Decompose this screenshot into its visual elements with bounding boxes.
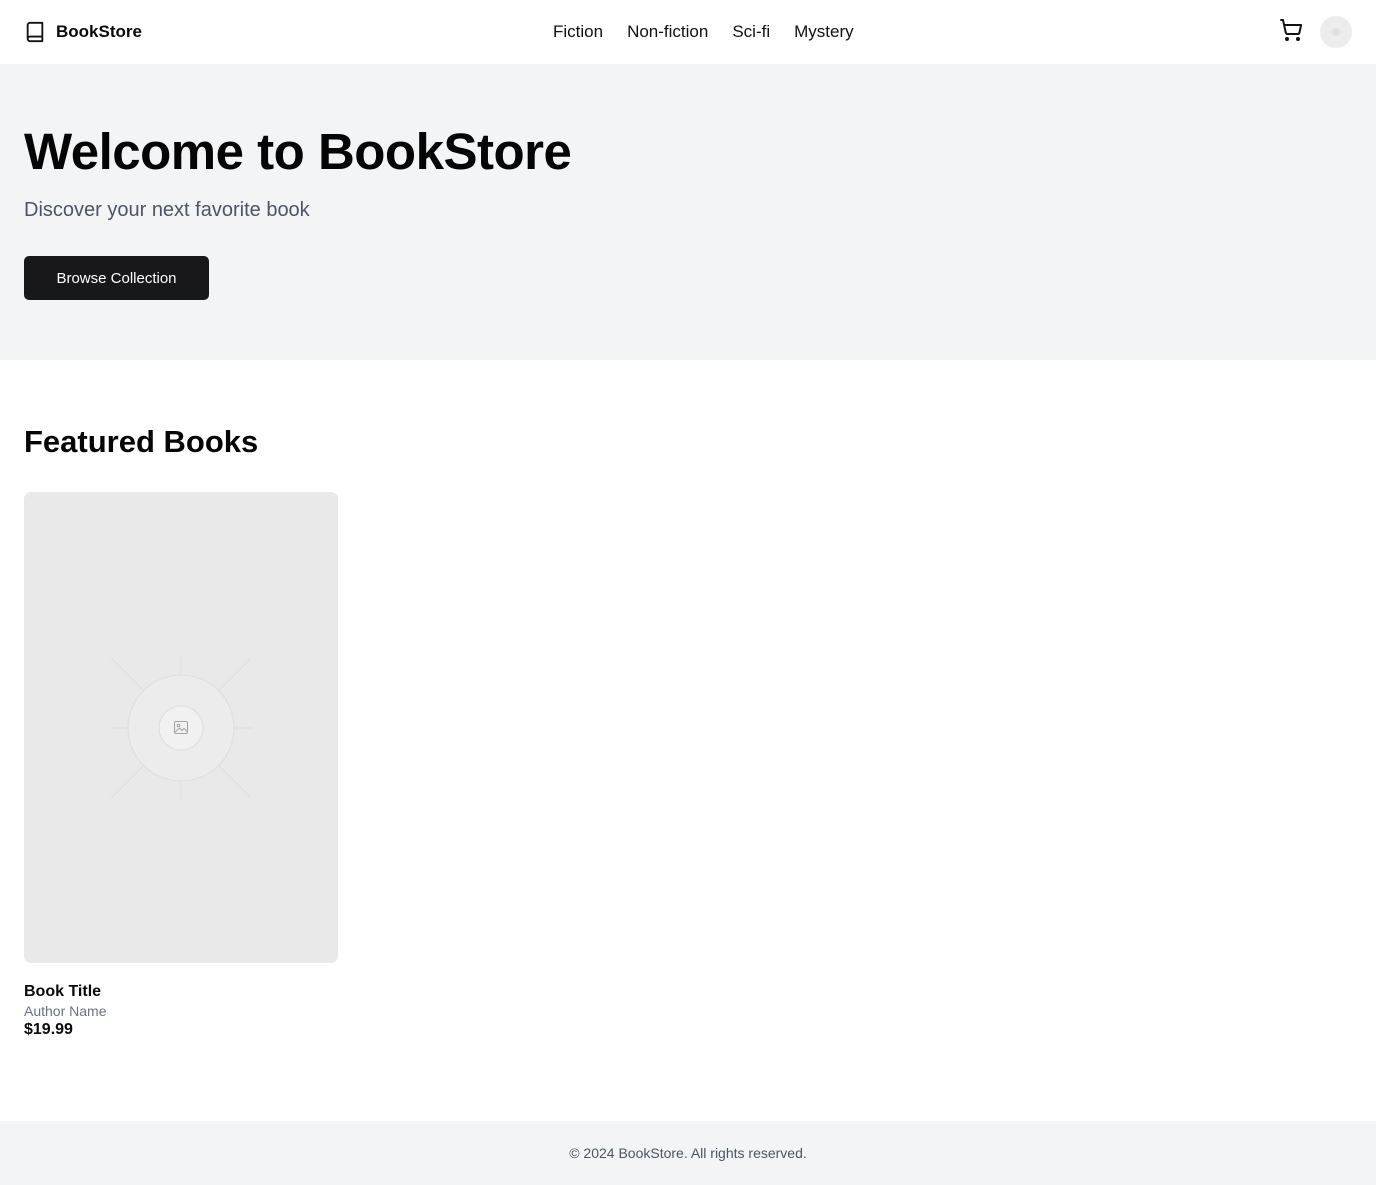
main-nav: Fiction Non-fiction Sci-fi Mystery — [553, 0, 854, 64]
nav-link-sci-fi[interactable]: Sci-fi — [732, 22, 770, 42]
book-title: Book Title — [24, 983, 102, 1000]
hero-title: Welcome to BookStore — [24, 123, 572, 180]
nav-link-mystery[interactable]: Mystery — [794, 22, 854, 42]
image-placeholder-icon — [110, 657, 252, 799]
header-actions — [1276, 16, 1352, 48]
brand-logo-link[interactable]: BookStore — [24, 21, 142, 43]
browse-collection-button[interactable]: Browse Collection — [24, 256, 209, 300]
hero-section: Welcome to BookStore Discover your next … — [0, 64, 1376, 360]
shopping-cart-icon — [1279, 18, 1303, 47]
hero-subtitle: Discover your next favorite book — [24, 199, 310, 221]
section-heading: Featured Books — [24, 424, 259, 459]
nav-link-non-fiction[interactable]: Non-fiction — [627, 22, 708, 42]
book-cover — [24, 492, 338, 963]
site-header: BookStore Fiction Non-fiction Sci-fi Mys… — [0, 0, 1376, 64]
site-footer: © 2024 BookStore. All rights reserved. — [0, 1121, 1376, 1185]
nav-link-fiction[interactable]: Fiction — [553, 22, 603, 42]
featured-books-section: Featured Books Book Title Author Name $1… — [24, 424, 338, 1038]
user-avatar[interactable] — [1320, 16, 1352, 48]
book-icon — [24, 21, 46, 43]
brand-name: BookStore — [56, 22, 142, 41]
book-author: Author Name — [24, 1003, 107, 1019]
book-card[interactable]: Book Title Author Name $19.99 — [24, 492, 338, 1039]
avatar-placeholder-icon — [1332, 28, 1340, 36]
book-price: $19.99 — [24, 1021, 73, 1038]
copyright-text: © 2024 BookStore. All rights reserved. — [569, 1145, 807, 1161]
cart-button[interactable] — [1276, 17, 1306, 47]
